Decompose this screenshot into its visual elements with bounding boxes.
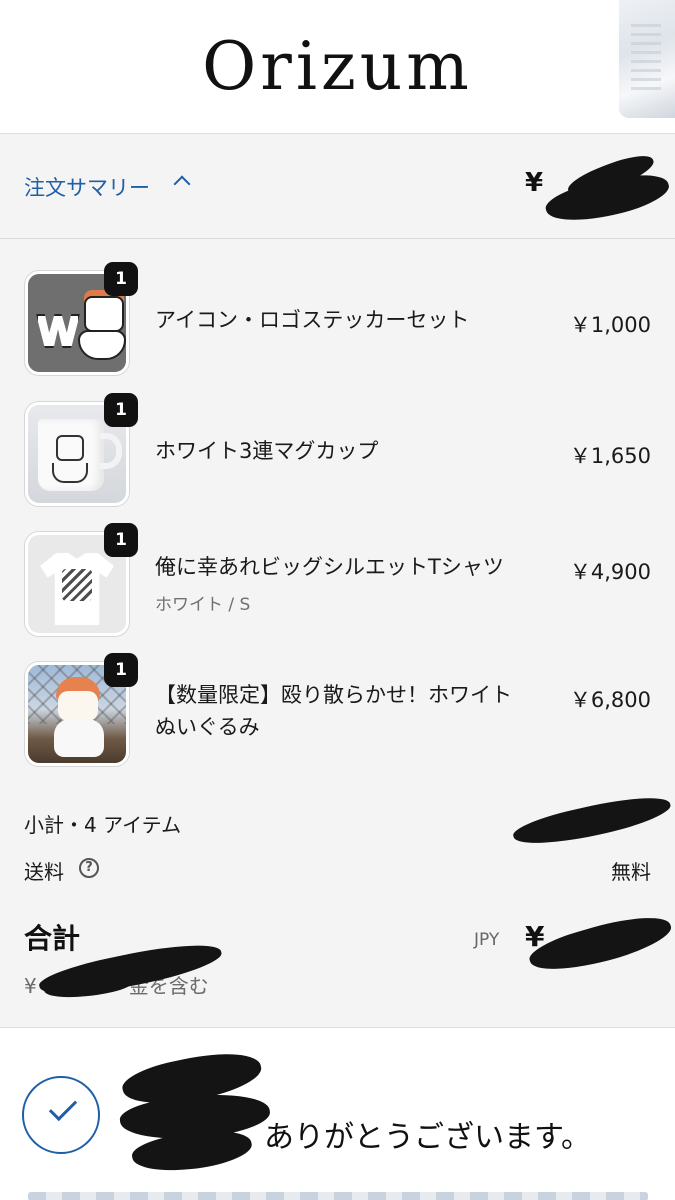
chevron-up-icon[interactable] [173,175,191,193]
item-variant: ホワイト / S [155,595,251,615]
shipping-label: 送料 [24,860,64,884]
line-item: 1 アイコン・ロゴステッカーセット ￥1,000 [0,262,675,378]
line-item: 1 【数量限定】殴り散らかせ！ホワイト ぬいぐるみ ￥6,800 [0,653,675,769]
help-icon[interactable]: ? [79,858,99,878]
item-name: アイコン・ロゴステッカーセット [155,308,470,332]
map-preview-strip [28,1192,648,1200]
item-price: ￥4,900 [569,560,651,584]
redaction-scribble [510,788,674,854]
item-price: ￥6,800 [569,688,651,712]
item-price: ￥1,650 [569,444,651,468]
order-summary-panel: 注文サマリー ¥ 1 アイコン・ロゴステッカーセット ￥1,000 1 ホワイト… [0,134,675,1027]
confirmation-section: ありがとうございます。 [0,1027,675,1200]
line-item: 1 ホワイト3連マグカップ ￥1,650 [0,393,675,509]
quantity-badge: 1 [104,653,138,687]
thank-you-message: ありがとうございます。 [264,1120,591,1155]
quantity-badge: 1 [104,262,138,296]
line-item: 1 俺に幸あれビッグシルエットTシャツ ホワイト / S ￥4,900 [0,523,675,639]
quantity-badge: 1 [104,523,138,557]
redaction-scribble [525,906,675,982]
corner-image [619,0,675,118]
item-name: 俺に幸あれビッグシルエットTシャツ [155,555,504,579]
store-logo[interactable]: Orizum [0,28,675,105]
quantity-badge: 1 [104,393,138,427]
order-summary-total: ¥ [525,168,544,198]
order-summary-toggle[interactable]: 注文サマリー ¥ [0,134,675,239]
check-circle-icon [22,1076,100,1154]
item-name: 【数量限定】殴り散らかせ！ホワイト ぬいぐるみ [155,683,512,739]
subtotal-label: 小計・4 アイテム [24,813,182,837]
item-price: ￥1,000 [569,313,651,337]
order-summary-label[interactable]: 注文サマリー [24,172,150,202]
store-header: Orizum [0,0,675,134]
item-name: ホワイト3連マグカップ [155,439,379,463]
currency-code: JPY [474,930,500,950]
total-label: 合計 [24,922,81,955]
shipping-value: 無料 [611,860,651,884]
